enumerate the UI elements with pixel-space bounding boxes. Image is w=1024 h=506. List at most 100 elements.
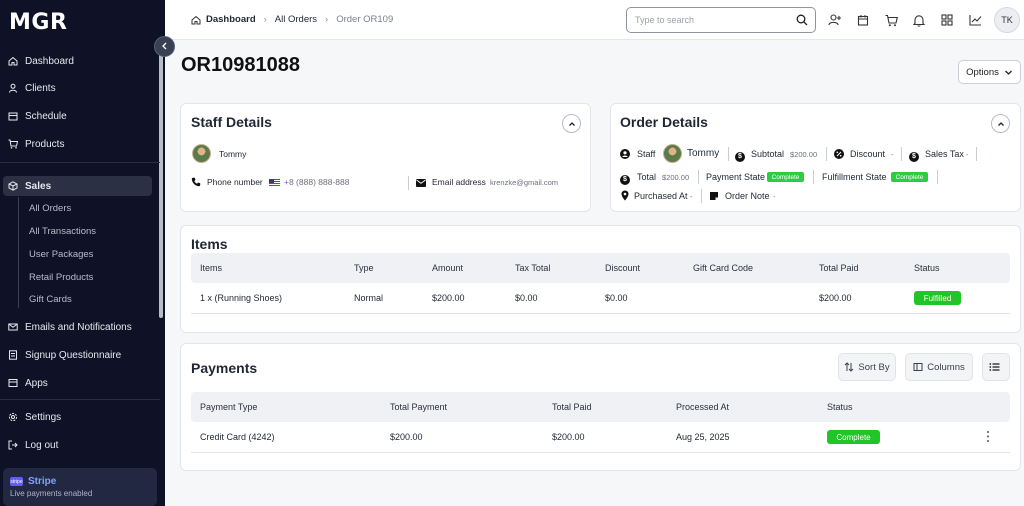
col-type[interactable]: Type [354,263,374,273]
payment-state-label: Payment State [706,172,766,182]
sidebar-item-apps[interactable]: Apps [0,373,160,393]
field-divider [701,189,702,203]
sort-by-button[interactable]: Sort By [838,353,896,381]
sidebar-item-emails[interactable]: Emails and Notifications [0,317,160,337]
sidebar-subitem-user-packages[interactable]: User Packages [29,249,93,260]
field-divider [901,147,902,161]
home-icon [8,56,18,66]
add-user-icon[interactable] [827,12,843,28]
widgets-icon[interactable] [939,12,955,28]
col-gift-card-code[interactable]: Gift Card Code [693,263,753,273]
field-divider [976,147,977,161]
sidebar: MGR Dashboard Clients Schedule Products … [0,0,165,506]
bell-icon[interactable] [911,12,927,28]
payments-title: Payments [191,360,258,376]
field-divider [826,147,827,161]
breadcrumb-current-order: Order OR109 [336,14,394,25]
sort-icon [844,362,858,372]
sidebar-item-label: Clients [25,82,56,94]
fulfillment-state-badge: Complete [891,172,928,182]
page-title: OR10981088 [181,54,300,76]
sidebar-item-logout[interactable]: Log out [0,435,160,455]
purchased-at-value: - [690,192,693,201]
analytics-icon[interactable] [967,12,983,28]
col-amount[interactable]: Amount [432,263,463,273]
us-flag-icon [269,179,280,186]
sidebar-collapse-button[interactable] [154,36,175,57]
breadcrumb-separator-icon: › [263,14,267,25]
sidebar-item-label: Sales [25,180,52,192]
total-label: Total [637,172,657,182]
breadcrumb-dashboard[interactable]: Dashboard [206,14,256,25]
search-box[interactable] [626,7,816,33]
col-status[interactable]: Status [827,402,853,412]
cell-total-paid: $200.00 [552,432,585,442]
search-input[interactable] [635,13,785,27]
col-status[interactable]: Status [914,263,940,273]
col-items[interactable]: Items [200,263,222,273]
collapse-order-button[interactable] [991,114,1010,133]
dollar-icon: $ [735,149,745,162]
sidebar-item-settings[interactable]: Settings [0,407,160,427]
sidebar-subitem-gift-cards[interactable]: Gift Cards [29,294,72,305]
order-staff-avatar [663,144,682,163]
chevron-down-icon [999,68,1013,77]
sidebar-item-sales[interactable]: Sales [3,176,152,196]
breadcrumb-all-orders[interactable]: All Orders [275,14,317,25]
sidebar-item-dashboard[interactable]: Dashboard [0,51,160,71]
sidebar-item-clients[interactable]: Clients [0,78,160,98]
sidebar-item-label: Schedule [25,110,67,122]
cell-total-paid: $200.00 [819,293,852,303]
staff-user-icon [620,149,630,162]
search-icon[interactable] [796,14,808,29]
order-staff-label: Staff [637,149,656,159]
view-toggle-button[interactable] [982,353,1010,381]
top-bar: Dashboard › All Orders › Order OR109 TK [165,0,1024,40]
staff-details-title: Staff Details [191,114,272,130]
user-avatar[interactable]: TK [994,7,1020,33]
cart-icon[interactable] [883,12,899,28]
col-total-paid[interactable]: Total Paid [819,263,859,273]
mail-icon [8,322,18,332]
box-icon [8,181,18,191]
col-discount[interactable]: Discount [605,263,640,273]
chevron-left-icon [161,41,169,53]
stripe-status-card[interactable]: stripe Stripe Live payments enabled [3,468,157,506]
col-tax-total[interactable]: Tax Total [515,263,550,273]
email-value: krenzke@gmail.com [490,178,559,187]
staff-avatar [192,144,211,163]
logout-icon [8,440,18,450]
discount-label: Discount [850,149,886,159]
staff-name: Tommy [219,149,247,159]
sidebar-item-products[interactable]: Products [0,134,160,154]
envelope-icon [416,178,426,190]
user-icon [8,83,18,93]
discount-icon [834,149,844,162]
options-button[interactable]: Options [958,60,1021,84]
stripe-logo-icon: stripe [10,477,23,486]
sidebar-item-label: Signup Questionnaire [25,349,122,361]
home-icon [191,15,201,25]
email-label: Email address [432,177,486,187]
col-processed-at[interactable]: Processed At [676,402,729,412]
sidebar-item-label: Log out [25,439,59,451]
items-title: Items [191,236,228,252]
columns-button[interactable]: Columns [905,353,973,381]
calendar-icon[interactable] [855,12,871,28]
sidebar-item-signup-questionnaire[interactable]: Signup Questionnaire [0,345,160,365]
sidebar-subitem-all-orders[interactable]: All Orders [29,203,71,214]
sidebar-subitem-retail-products[interactable]: Retail Products [29,272,93,283]
col-total-paid[interactable]: Total Paid [552,402,592,412]
breadcrumb: Dashboard › All Orders › Order OR109 [191,14,393,25]
sales-tax-label: Sales Tax [925,149,964,159]
row-actions-kebab-icon[interactable] [986,430,990,446]
field-divider [408,176,409,190]
sidebar-item-schedule[interactable]: Schedule [0,106,160,126]
col-payment-type[interactable]: Payment Type [200,402,257,412]
field-divider [937,170,938,184]
sidebar-subitem-all-transactions[interactable]: All Transactions [29,226,96,237]
collapse-staff-button[interactable] [562,114,581,133]
app-logo: MGR [9,10,68,35]
col-total-payment[interactable]: Total Payment [390,402,447,412]
form-icon [8,350,18,360]
